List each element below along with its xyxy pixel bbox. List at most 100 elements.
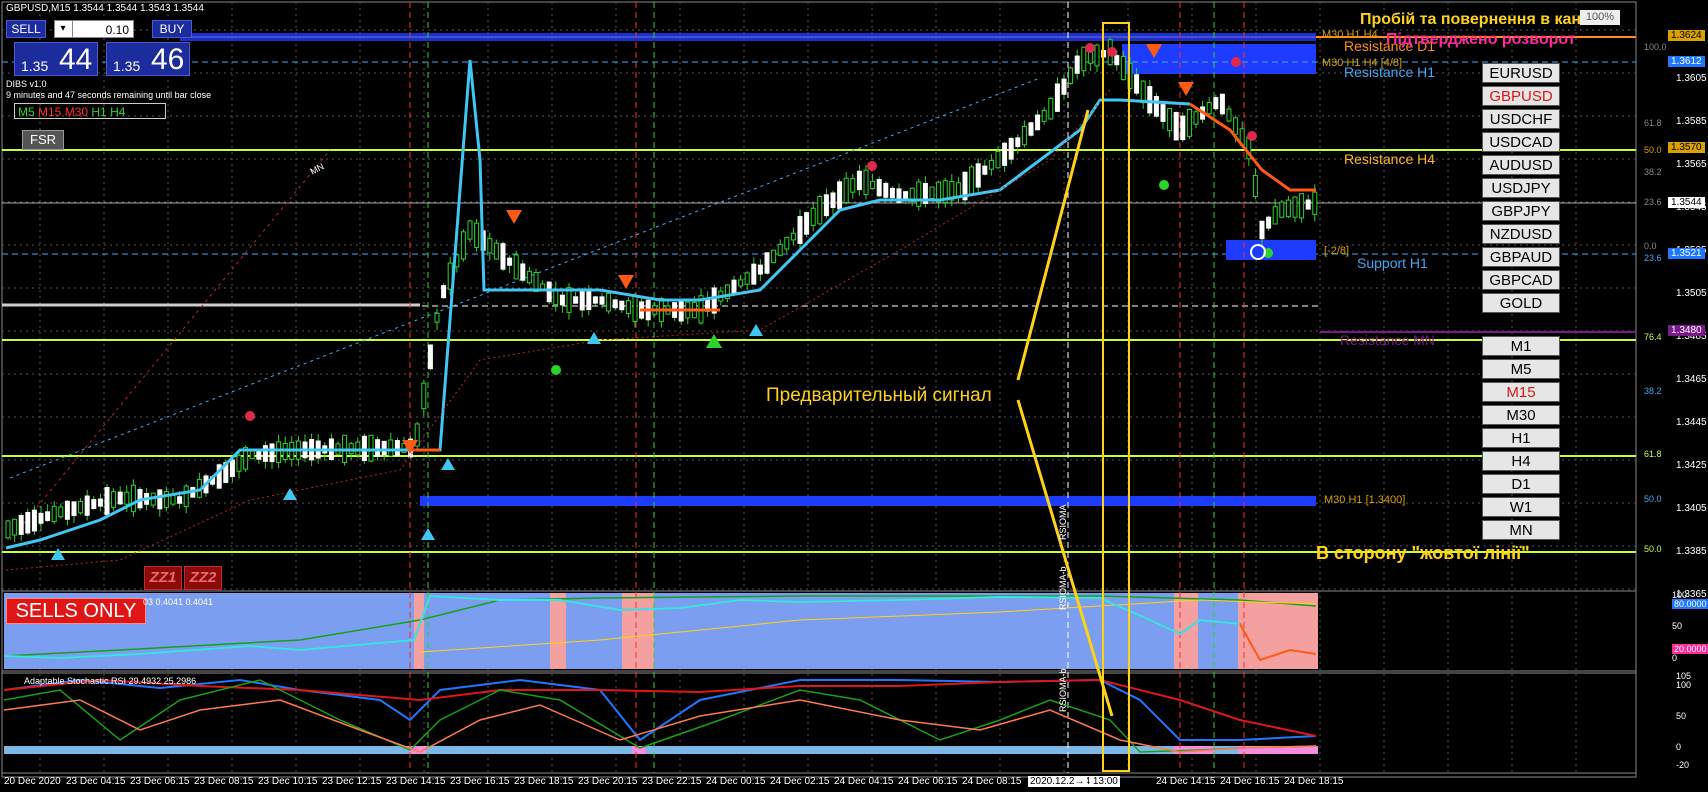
level-13400-zone	[420, 496, 1316, 506]
symbol-button-usdchf[interactable]: USDCHF	[1482, 109, 1560, 129]
candle-body	[1285, 199, 1291, 218]
osc1-sell-zone	[414, 593, 424, 669]
candle-body	[546, 281, 552, 303]
symbol-button-gold[interactable]: GOLD	[1482, 293, 1560, 313]
candle-body	[817, 196, 823, 225]
label-resistance-mn: Resistance MN	[1340, 332, 1435, 348]
timeframe-button-h1[interactable]: H1	[1482, 428, 1560, 448]
candle-body	[790, 232, 796, 241]
timeframe-trend-row: M5 M15 M30 H1 H4	[14, 103, 166, 119]
timeframe-button-m5[interactable]: M5	[1482, 359, 1560, 379]
candle-body	[1035, 114, 1041, 131]
candle-body	[1015, 137, 1021, 148]
time-axis-label: 24 Dec 14:15	[1156, 776, 1216, 787]
timeframe-button-w1[interactable]: W1	[1482, 497, 1560, 517]
candle-body	[381, 440, 387, 456]
candle-body	[975, 163, 981, 188]
candle-body	[1213, 97, 1219, 110]
candle-body	[1252, 175, 1258, 197]
annotation-yellow-line: В сторону "жовтої лінії"	[1316, 543, 1530, 563]
symbol-button-gbpaud[interactable]: GBPAUD	[1482, 247, 1560, 267]
candle-body	[1292, 196, 1298, 218]
candle-body	[1193, 111, 1199, 125]
buy-button[interactable]: BUY	[152, 20, 192, 38]
candle-body	[71, 501, 77, 517]
vertical-indicator-tag: RSIOMA-b	[1058, 566, 1068, 610]
symbol-button-eurusd[interactable]: EURUSD	[1482, 63, 1560, 83]
candle-body	[916, 181, 922, 207]
candle-body	[78, 501, 84, 514]
timeframe-button-m1[interactable]: M1	[1482, 336, 1560, 356]
candle-body	[177, 496, 183, 504]
candle-body	[64, 500, 70, 520]
candle-body	[474, 222, 480, 248]
candle-body	[157, 489, 163, 510]
zz1-button[interactable]: ZZ1	[144, 566, 182, 590]
symbol-button-usdcad[interactable]: USDCAD	[1482, 132, 1560, 152]
price-tag: 1.3521	[1668, 248, 1705, 259]
candle-body	[988, 160, 994, 170]
timeframe-button-d1[interactable]: D1	[1482, 474, 1560, 494]
symbol-button-gbpcad[interactable]: GBPCAD	[1482, 270, 1560, 290]
osc1-axis-label: 0	[1672, 653, 1678, 663]
fsr-button[interactable]: FSR	[22, 130, 64, 150]
tf-m30: M30	[64, 105, 89, 119]
time-axis-cursor: 2020.12.2→	[1028, 776, 1087, 787]
label-resistance-h4: Resistance H4	[1344, 151, 1436, 167]
candle-body	[130, 484, 136, 513]
candle-body	[111, 491, 117, 508]
candle-body	[1160, 104, 1166, 122]
buy-price-button[interactable]: 1.35 46	[106, 42, 190, 76]
level-band-top	[180, 33, 1316, 41]
candle-body	[361, 435, 367, 462]
sell-price-button[interactable]: 1.35 44	[14, 42, 98, 76]
candle-body	[513, 254, 519, 280]
symbol-button-gbpusd[interactable]: GBPUSD	[1482, 86, 1560, 106]
candle-body	[421, 382, 427, 410]
candle-body	[751, 263, 757, 285]
osc1-sell-zone	[622, 593, 654, 669]
osc1-axis-label: 50	[1672, 621, 1683, 631]
zz2-button[interactable]: ZZ2	[184, 566, 222, 590]
osc2-axis-label: 0	[1676, 742, 1682, 752]
candle-body	[969, 166, 975, 195]
candle-body	[375, 439, 381, 457]
candle-body	[276, 441, 282, 463]
lot-dropdown-icon[interactable]: ▾	[54, 20, 73, 38]
sell-dot-icon	[245, 411, 255, 421]
candle-body	[388, 439, 394, 457]
signal-dot-icon	[1159, 180, 1169, 190]
candle-body	[368, 434, 374, 462]
fib-level-label: 38.2	[1644, 386, 1662, 396]
symbol-button-nzdusd[interactable]: NZDUSD	[1482, 224, 1560, 244]
time-axis-label: 23 Dec 14:15	[386, 776, 446, 787]
candle-body	[520, 263, 526, 281]
time-axis-label: 24 Dec 02:15	[770, 776, 830, 787]
price-axis-label: 1.3505	[1676, 288, 1707, 299]
timeframe-button-h4[interactable]: H4	[1482, 451, 1560, 471]
fib-level-label: 61.8	[1644, 449, 1662, 459]
timeframe-button-m30[interactable]: M30	[1482, 405, 1560, 425]
candle-body	[1206, 101, 1212, 115]
candle-body	[810, 207, 816, 226]
candle-body	[1312, 191, 1318, 215]
candle-body	[236, 454, 242, 472]
candle-body	[632, 295, 638, 323]
symbol-button-audusd[interactable]: AUDUSD	[1482, 155, 1560, 175]
candle-body	[487, 238, 493, 254]
candle-body	[612, 299, 618, 309]
candle-body	[903, 191, 909, 200]
candle-body	[599, 296, 605, 305]
sell-button[interactable]: SELL	[6, 20, 46, 38]
candle-body	[269, 443, 275, 463]
candle-body	[1167, 108, 1173, 132]
symbol-button-gbpjpy[interactable]: GBPJPY	[1482, 201, 1560, 221]
candle-body	[1140, 80, 1146, 104]
fib-level-label: 50.0	[1644, 544, 1662, 554]
symbol-button-usdjpy[interactable]: USDJPY	[1482, 178, 1560, 198]
time-axis-label: 24 Dec 08:15	[962, 776, 1022, 787]
timeframe-button-m15[interactable]: M15	[1482, 382, 1560, 402]
candle-body	[58, 506, 64, 518]
candle-body	[738, 279, 744, 287]
timeframe-button-mn[interactable]: MN	[1482, 520, 1560, 540]
